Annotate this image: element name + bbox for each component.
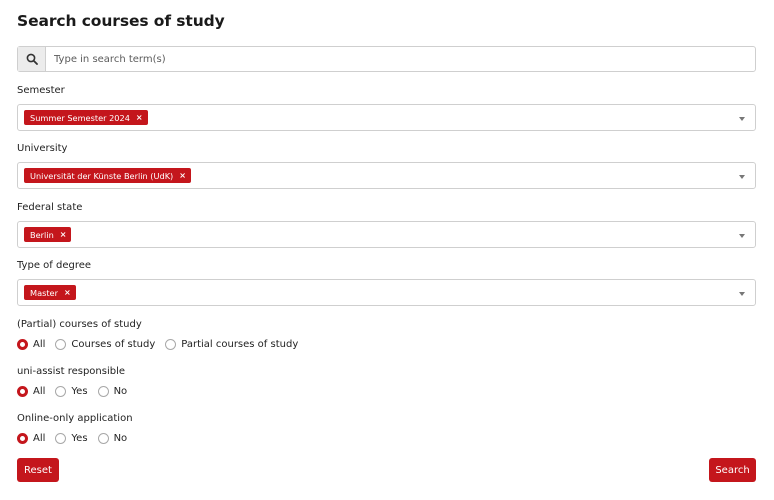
semester-tag-label: Summer Semester 2024 — [30, 112, 130, 123]
radio-unchecked-icon[interactable] — [55, 386, 67, 397]
university-label: University — [17, 143, 68, 154]
uni-assist-radio-group: All Yes No — [17, 386, 137, 397]
radio-label: No — [113, 433, 128, 444]
federal-state-tag: Berlin × — [24, 227, 72, 242]
degree-label: Type of degree — [17, 260, 92, 271]
radio-label: Partial courses of study — [181, 339, 299, 350]
search-bar — [17, 46, 756, 72]
federal-state-tag-label: Berlin — [30, 229, 54, 240]
radio-checked-icon[interactable] — [17, 386, 28, 397]
remove-tag-icon[interactable]: × — [179, 171, 186, 180]
radio-label: All — [33, 339, 46, 350]
search-input[interactable] — [46, 47, 755, 71]
courses-radio-partial-courses[interactable]: Partial courses of study — [165, 339, 298, 350]
page-title: Search courses of study — [17, 12, 225, 30]
radio-label: All — [33, 386, 46, 397]
courses-radio-group: All Courses of study Partial courses of … — [17, 339, 308, 350]
online-only-radio-no[interactable]: No — [97, 433, 128, 444]
chevron-down-icon[interactable] — [739, 291, 745, 296]
online-only-radio-group: All Yes No — [17, 433, 137, 444]
radio-unchecked-icon[interactable] — [97, 433, 109, 444]
radio-label: Yes — [71, 386, 88, 397]
online-only-radio-yes[interactable]: Yes — [55, 433, 88, 444]
degree-tag: Master × — [24, 285, 76, 300]
federal-state-select[interactable]: Berlin × — [17, 221, 756, 248]
radio-unchecked-icon[interactable] — [165, 339, 177, 350]
radio-label: All — [33, 433, 46, 444]
chevron-down-icon[interactable] — [739, 233, 745, 238]
remove-tag-icon[interactable]: × — [64, 288, 71, 297]
degree-select[interactable]: Master × — [17, 279, 756, 306]
radio-checked-icon[interactable] — [17, 433, 28, 444]
search-addon[interactable] — [18, 47, 46, 71]
remove-tag-icon[interactable]: × — [60, 230, 67, 239]
chevron-down-icon[interactable] — [739, 116, 745, 121]
radio-label: No — [113, 386, 128, 397]
radio-label: Yes — [71, 433, 88, 444]
uni-assist-radio-yes[interactable]: Yes — [55, 386, 88, 397]
search-button[interactable]: Search — [709, 458, 756, 482]
radio-unchecked-icon[interactable] — [55, 339, 67, 350]
university-select[interactable]: Universität der Künste Berlin (UdK) × — [17, 162, 756, 189]
radio-unchecked-icon[interactable] — [55, 433, 67, 444]
federal-state-label: Federal state — [17, 202, 83, 213]
semester-tag: Summer Semester 2024 × — [24, 110, 148, 125]
university-tag: Universität der Künste Berlin (UdK) × — [24, 168, 191, 183]
uni-assist-label: uni-assist responsible — [17, 366, 126, 377]
search-icon — [26, 53, 38, 65]
radio-unchecked-icon[interactable] — [97, 386, 109, 397]
uni-assist-radio-all[interactable]: All — [17, 386, 45, 397]
radio-label: Courses of study — [71, 339, 156, 350]
courses-label: (Partial) courses of study — [17, 319, 142, 330]
radio-checked-icon[interactable] — [17, 339, 28, 350]
courses-radio-all[interactable]: All — [17, 339, 45, 350]
uni-assist-radio-no[interactable]: No — [97, 386, 128, 397]
degree-tag-label: Master — [30, 287, 58, 298]
courses-radio-courses-of-study[interactable]: Courses of study — [55, 339, 155, 350]
semester-label: Semester — [17, 85, 65, 96]
semester-select[interactable]: Summer Semester 2024 × — [17, 104, 756, 131]
remove-tag-icon[interactable]: × — [136, 113, 143, 122]
online-only-radio-all[interactable]: All — [17, 433, 45, 444]
chevron-down-icon[interactable] — [739, 174, 745, 179]
online-only-label: Online-only application — [17, 413, 133, 424]
university-tag-label: Universität der Künste Berlin (UdK) — [30, 170, 174, 181]
reset-button[interactable]: Reset — [17, 458, 59, 482]
